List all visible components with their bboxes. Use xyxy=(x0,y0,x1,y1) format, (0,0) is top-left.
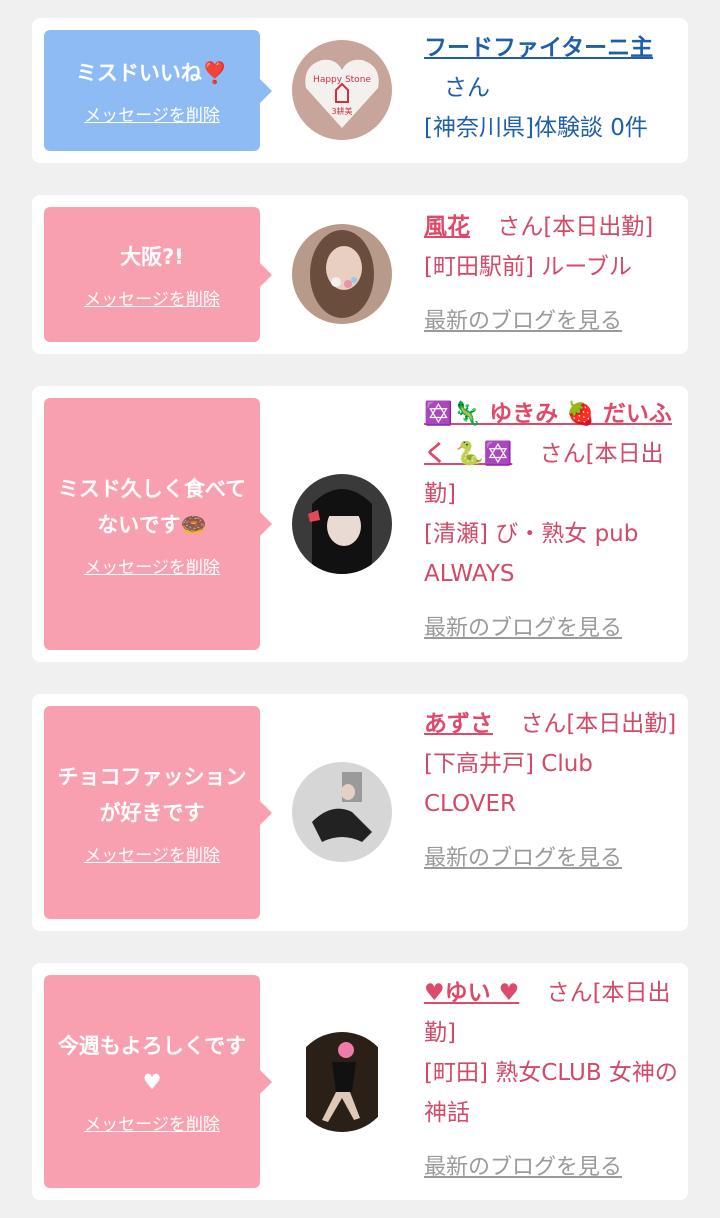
view-blog-link[interactable]: 最新のブログを見る xyxy=(424,309,622,334)
honorific: さん xyxy=(539,441,586,467)
view-blog-link[interactable]: 最新のブログを見る xyxy=(424,616,622,641)
sender-info: ♥ゆい ♥ さん[本日出勤] [町田] 熟女CLUB 女神の神話 最新のブログを… xyxy=(424,973,678,1188)
avatar-image xyxy=(292,474,392,574)
message-card: 今週もよろしくです♥ メッセージを削除 ♥ゆい ♥ さん[本日出勤] [町田] … xyxy=(32,963,688,1200)
sender-info: あずさ さん[本日出勤] [下高井戸] Club CLOVER 最新のブログを見… xyxy=(424,704,678,879)
message-bubble: ミスドいいね❣️ メッセージを削除 xyxy=(44,30,272,151)
view-blog-link[interactable]: 最新のブログを見る xyxy=(424,1155,622,1180)
avatar-image xyxy=(292,224,392,324)
message-bubble: 大阪?! メッセージを削除 xyxy=(44,207,272,342)
message-card: チョコファッションが好きです メッセージを削除 あずさ さん[本日出勤] [下高… xyxy=(32,694,688,931)
svg-text:3耕美: 3耕美 xyxy=(331,106,352,116)
work-status: [本日出勤] xyxy=(566,711,677,737)
message-bubble: 今週もよろしくです♥ メッセージを削除 xyxy=(44,975,272,1188)
delete-message-link[interactable]: メッセージを削除 xyxy=(84,101,220,126)
sender-info: 風花 さん[本日出勤] [町田駅前] ルーブル 最新のブログを見る xyxy=(424,207,678,342)
message-text: チョコファッションが好きです xyxy=(57,765,247,825)
avatar[interactable] xyxy=(292,224,392,324)
delete-message-link[interactable]: メッセージを削除 xyxy=(84,553,220,578)
sender-info: フードファイターニ主 さん [神奈川県]体験談 0件 xyxy=(424,28,678,148)
sender-area: [神奈川県]体験談 0件 xyxy=(424,115,648,141)
delete-message-link[interactable]: メッセージを削除 xyxy=(84,841,220,866)
honorific: さん xyxy=(497,214,544,240)
avatar-image xyxy=(292,1032,392,1132)
sender-area: [下高井戸] Club CLOVER xyxy=(424,751,593,817)
sender-name-link[interactable]: 風花 xyxy=(424,214,470,240)
honorific: さん xyxy=(520,711,567,737)
avatar-image: Happy Stone 3耕美 xyxy=(292,40,392,140)
sender-name-link[interactable]: フードファイターニ主 xyxy=(424,35,653,61)
avatar[interactable] xyxy=(292,474,392,574)
sender-name-link[interactable]: ♥ゆい ♥ xyxy=(424,980,519,1006)
message-bubble: ミスド久しく食べてないです🍩 メッセージを削除 xyxy=(44,398,272,650)
view-blog-link[interactable]: 最新のブログを見る xyxy=(424,846,622,871)
avatar[interactable]: Happy Stone 3耕美 xyxy=(292,40,392,140)
message-bubble: チョコファッションが好きです メッセージを削除 xyxy=(44,706,272,919)
message-text: 今週もよろしくです♥ xyxy=(57,1034,247,1094)
message-card: 大阪?! メッセージを削除 風花 さん[本日出勤] [町田駅前] ルーブル 最新… xyxy=(32,195,688,354)
avatar[interactable] xyxy=(292,1032,392,1132)
honorific: さん xyxy=(546,980,593,1006)
message-text: 大阪?! xyxy=(120,245,184,269)
sender-info: ✡️🦎 ゆきみ 🍓 だいふく 🐍✡️ さん[本日出勤] [清瀬] び・熟女 pu… xyxy=(424,394,678,649)
work-status: [本日出勤] xyxy=(543,214,654,240)
delete-message-link[interactable]: メッセージを削除 xyxy=(84,285,220,310)
avatar[interactable] xyxy=(292,762,392,862)
sender-area: [町田] 熟女CLUB 女神の神話 xyxy=(424,1060,678,1126)
sender-area: [清瀬] び・熟女 pub ALWAYS xyxy=(424,521,639,587)
avatar-image xyxy=(292,762,392,862)
message-list: ミスドいいね❣️ メッセージを削除 Happy Stone 3耕美 フードファイ… xyxy=(0,0,720,1200)
honorific: さん xyxy=(444,75,490,101)
sender-name-link[interactable]: あずさ xyxy=(424,711,493,737)
delete-message-link[interactable]: メッセージを削除 xyxy=(84,1110,220,1135)
message-card: ミスドいいね❣️ メッセージを削除 Happy Stone 3耕美 フードファイ… xyxy=(32,18,688,163)
message-text: ミスド久しく食べてないです🍩 xyxy=(57,476,247,537)
sender-area: [町田駅前] ルーブル xyxy=(424,254,632,280)
message-text: ミスドいいね❣️ xyxy=(75,61,229,85)
message-card: ミスド久しく食べてないです🍩 メッセージを削除 ✡️🦎 ゆきみ 🍓 だいふく 🐍… xyxy=(32,386,688,662)
